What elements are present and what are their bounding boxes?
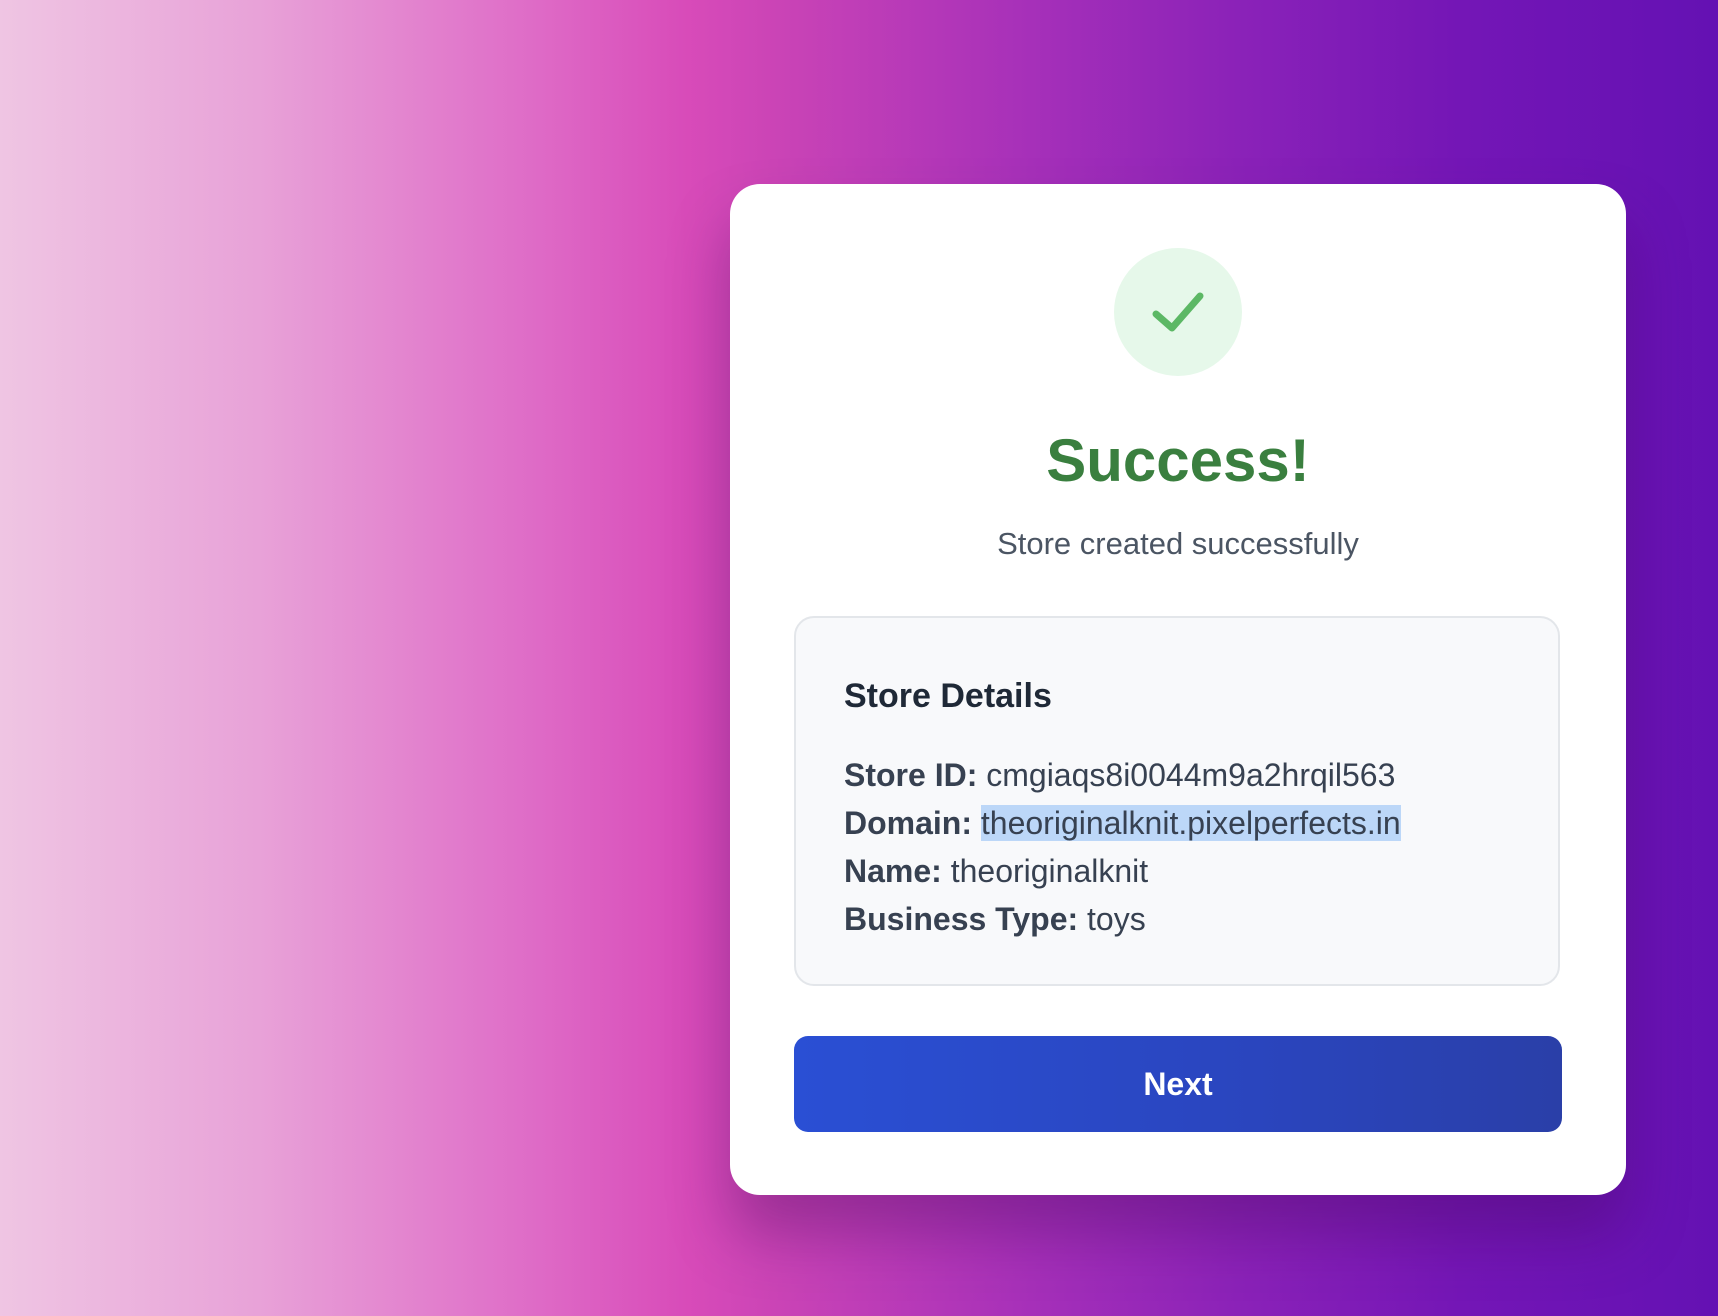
- name-value[interactable]: theoriginalknit: [951, 853, 1148, 889]
- next-button[interactable]: Next: [794, 1036, 1562, 1132]
- business-type-label: Business Type:: [844, 901, 1079, 937]
- store-id-label: Store ID:: [844, 757, 978, 793]
- domain-value[interactable]: theoriginalknit.pixelperfects.in: [980, 805, 1401, 841]
- success-badge: [1114, 248, 1242, 376]
- domain-row: Domain: theoriginalknit.pixelperfects.in: [844, 800, 1401, 846]
- success-subtitle: Store created successfully: [997, 526, 1359, 561]
- store-details-panel: Store Details Store ID: cmgiaqs8i0044m9a…: [794, 616, 1560, 986]
- store-id-value[interactable]: cmgiaqs8i0044m9a2hrqil563: [986, 757, 1395, 793]
- success-title: Success!: [1046, 427, 1310, 494]
- domain-label: Domain:: [844, 805, 972, 841]
- business-type-value[interactable]: toys: [1087, 901, 1146, 937]
- name-row: Name: theoriginalknit: [844, 848, 1148, 894]
- store-id-row: Store ID: cmgiaqs8i0044m9a2hrqil563: [844, 752, 1395, 798]
- business-type-row: Business Type: toys: [844, 896, 1146, 942]
- checkmark-icon: [1152, 292, 1204, 332]
- success-card: Success! Store created successfully Stor…: [730, 184, 1626, 1195]
- store-details-title: Store Details: [844, 677, 1052, 715]
- name-label: Name:: [844, 853, 942, 889]
